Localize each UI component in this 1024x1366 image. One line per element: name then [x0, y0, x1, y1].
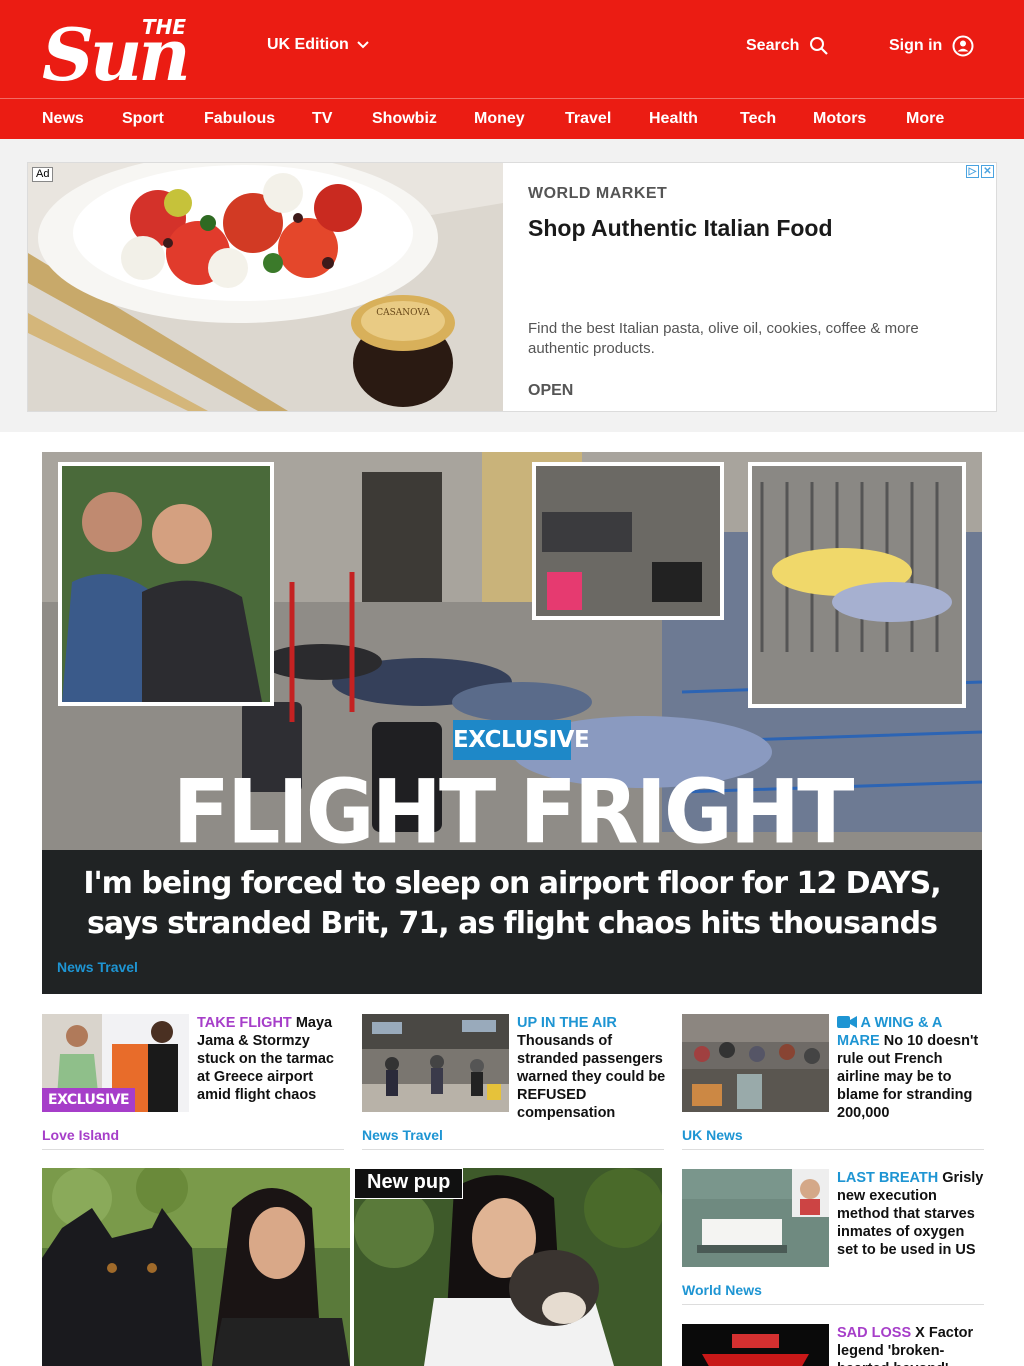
- sign-in-button[interactable]: Sign in: [889, 35, 974, 57]
- sign-in-label: Sign in: [889, 37, 943, 54]
- teaser-thumbnail: [362, 1014, 509, 1112]
- nav-showbiz[interactable]: Showbiz: [372, 110, 437, 128]
- masthead: THE Sun UK Edition Search Sign in: [0, 0, 1024, 98]
- ad-label: Ad: [32, 167, 54, 182]
- teaser-kicker: UP IN THE AIR: [517, 1015, 617, 1031]
- search-button[interactable]: Search: [746, 36, 829, 56]
- ad-headline[interactable]: Shop Authentic Italian Food: [528, 215, 833, 242]
- new-pup-badge: New pup: [354, 1168, 464, 1199]
- nav-motors[interactable]: Motors: [813, 110, 866, 128]
- teaser-thumbnail: [682, 1014, 829, 1112]
- hero-title[interactable]: FLIGHT FRIGHT: [42, 762, 982, 863]
- teaser-kicker: TAKE FLIGHT: [197, 1015, 292, 1031]
- user-icon: [952, 35, 974, 57]
- nav-more[interactable]: More: [906, 110, 944, 128]
- svg-text:CASANOVA: CASANOVA: [376, 308, 430, 318]
- ad-open-button[interactable]: OPEN: [528, 382, 573, 400]
- teaser-category[interactable]: World News: [682, 1282, 762, 1298]
- search-icon: [810, 37, 829, 55]
- ad-brand: WORLD MARKET: [528, 185, 668, 202]
- divider: [362, 1149, 664, 1150]
- chevron-down-icon: [357, 41, 369, 49]
- teaser-category[interactable]: News Travel: [362, 1127, 443, 1143]
- teaser-headline[interactable]: TAKE FLIGHT Maya Jama & Stormzy stuck on…: [197, 1014, 347, 1104]
- ad-close-icon[interactable]: ✕: [981, 165, 994, 178]
- teaser-card[interactable]: EXCLUSIVE TAKE FLIGHT Maya Jama & Stormz…: [42, 1014, 344, 1150]
- hero-category[interactable]: News Travel: [57, 959, 138, 975]
- hero-subtitle[interactable]: I'm being forced to sleep on airport flo…: [82, 864, 942, 944]
- teaser-card[interactable]: UP IN THE AIR Thousands of stranded pass…: [362, 1014, 667, 1150]
- ad-choices[interactable]: ▷ ✕: [966, 165, 994, 178]
- teaser-headline[interactable]: A WING & A MARE No 10 doesn't rule out F…: [837, 1014, 987, 1122]
- hero-story[interactable]: EXCLUSIVE FLIGHT FRIGHT I'm being forced…: [42, 452, 982, 994]
- nav-news[interactable]: News: [42, 110, 84, 128]
- nav-tech[interactable]: Tech: [740, 110, 776, 128]
- nav-tv[interactable]: TV: [312, 110, 332, 128]
- advertisement[interactable]: CASANOVA Ad ▷ ✕ WORLD MARKET Shop Authen…: [27, 162, 997, 412]
- nav-fabulous[interactable]: Fabulous: [204, 110, 275, 128]
- teaser-category[interactable]: Love Island: [42, 1127, 119, 1143]
- teaser-kicker: LAST BREATH: [837, 1170, 939, 1186]
- story-image-new-pup[interactable]: New pup: [354, 1168, 662, 1366]
- teaser-title: Thousands of stranded passengers warned …: [517, 1033, 666, 1121]
- teaser-headline[interactable]: SAD LOSS X Factor legend 'broken-hearted…: [837, 1324, 984, 1366]
- edition-label: UK Edition: [267, 36, 349, 53]
- ad-image: CASANOVA Ad: [28, 163, 503, 411]
- teaser-category[interactable]: UK News: [682, 1127, 743, 1143]
- teaser-headline[interactable]: LAST BREATH Grisly new execution method …: [837, 1169, 987, 1259]
- the-sun-logo[interactable]: THE Sun: [42, 14, 248, 84]
- edition-selector[interactable]: UK Edition: [267, 36, 369, 54]
- nav-sport[interactable]: Sport: [122, 110, 164, 128]
- main-navigation: News Sport Fabulous TV Showbiz Money Tra…: [0, 98, 1024, 139]
- teaser-thumbnail: [682, 1324, 829, 1366]
- teaser-thumbnail: [682, 1169, 829, 1267]
- teaser-thumbnail: EXCLUSIVE: [42, 1014, 189, 1112]
- nav-health[interactable]: Health: [649, 110, 698, 128]
- nav-travel[interactable]: Travel: [565, 110, 611, 128]
- search-label: Search: [746, 37, 800, 54]
- story-image-dog[interactable]: [42, 1168, 350, 1366]
- exclusive-badge: EXCLUSIVE: [453, 720, 590, 760]
- divider: [682, 1304, 984, 1305]
- teaser-kicker: SAD LOSS: [837, 1325, 912, 1341]
- svg-text:Sun: Sun: [42, 14, 187, 84]
- nav-money[interactable]: Money: [474, 110, 525, 128]
- teaser-card[interactable]: SAD LOSS X Factor legend 'broken-hearted…: [682, 1324, 984, 1366]
- divider: [42, 1149, 344, 1150]
- video-camera-icon: [837, 1016, 857, 1028]
- exclusive-badge: EXCLUSIVE: [42, 1088, 136, 1112]
- teaser-card[interactable]: A WING & A MARE No 10 doesn't rule out F…: [682, 1014, 984, 1150]
- ad-info-icon[interactable]: ▷: [966, 165, 979, 178]
- teaser-card[interactable]: LAST BREATH Grisly new execution method …: [682, 1169, 984, 1305]
- ad-body: Find the best Italian pasta, olive oil, …: [528, 320, 919, 357]
- divider: [682, 1149, 984, 1150]
- teaser-headline[interactable]: UP IN THE AIR Thousands of stranded pass…: [517, 1014, 667, 1122]
